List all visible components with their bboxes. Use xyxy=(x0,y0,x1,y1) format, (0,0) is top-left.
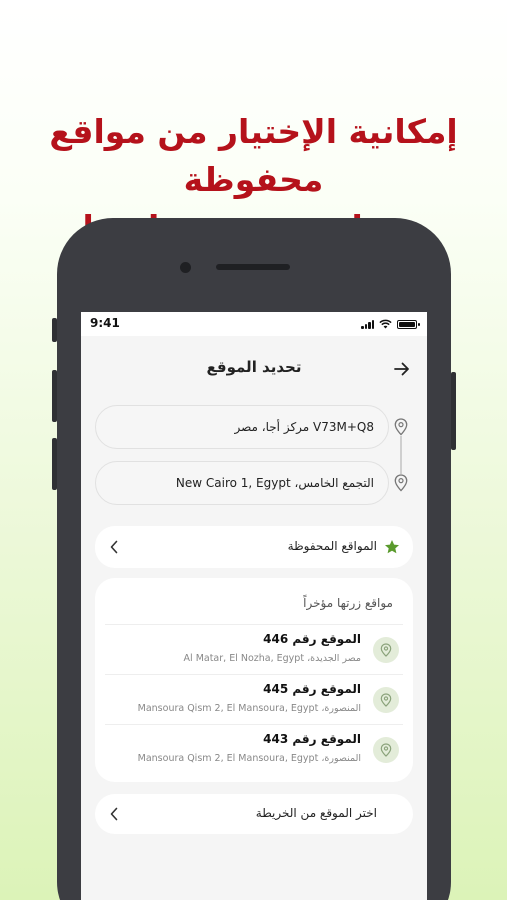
recent-location-name: الموقع رقم 446 xyxy=(263,632,361,646)
pickup-pin-icon xyxy=(392,418,410,436)
headline-line-1: إمكانية الإختيار من مواقع محفوظة xyxy=(49,112,458,199)
signal-icon xyxy=(361,320,374,329)
chevron-left-icon xyxy=(110,540,118,554)
choose-on-map-button[interactable]: اختر الموقع من الخريطة xyxy=(95,794,413,834)
back-button[interactable] xyxy=(391,358,413,380)
status-bar: 9:41 xyxy=(81,312,427,336)
saved-locations-button[interactable]: المواقع المحفوظة xyxy=(95,526,413,568)
star-icon xyxy=(385,540,399,554)
recent-locations-title: مواقع زرتها مؤخراً xyxy=(303,596,393,610)
wifi-icon xyxy=(379,319,392,329)
location-pin-icon xyxy=(373,637,399,663)
choose-on-map-label: اختر الموقع من الخريطة xyxy=(255,806,377,820)
destination-location-field[interactable]: التجمع الخامس، New Cairo 1, Egypt xyxy=(95,461,389,505)
recent-locations-card: مواقع زرتها مؤخراً الموقع رقم 446 مصر ال… xyxy=(95,578,413,782)
status-time: 9:41 xyxy=(90,316,120,330)
recent-location-name: الموقع رقم 443 xyxy=(263,732,361,746)
recent-location-address: المنصورة، Mansoura Qism 2, El Mansoura, … xyxy=(137,753,361,764)
chevron-left-icon xyxy=(110,807,118,821)
phone-camera xyxy=(180,262,191,273)
location-pin-icon xyxy=(373,687,399,713)
status-icons xyxy=(361,319,420,329)
phone-power-button xyxy=(451,372,456,450)
arrow-right-icon xyxy=(394,362,409,376)
recent-location-row[interactable]: الموقع رقم 443 المنصورة، Mansoura Qism 2… xyxy=(105,724,403,774)
recent-location-address: مصر الجديدة، Al Matar, El Nozha, Egypt xyxy=(183,653,361,664)
app-screen: 9:41 تحديد الموقع V73M+Q8 مركز أجا، مصر … xyxy=(81,312,427,900)
page-title: تحديد الموقع xyxy=(206,358,302,376)
recent-location-address: المنصورة، Mansoura Qism 2, El Mansoura, … xyxy=(137,703,361,714)
route-connector-line xyxy=(400,436,402,474)
top-bar: تحديد الموقع xyxy=(81,336,427,400)
destination-pin-icon xyxy=(392,474,410,492)
recent-location-name: الموقع رقم 445 xyxy=(263,682,361,696)
battery-icon xyxy=(397,320,420,329)
phone-speaker xyxy=(216,264,290,270)
recent-location-row[interactable]: الموقع رقم 445 المنصورة، Mansoura Qism 2… xyxy=(105,674,403,724)
location-pin-icon xyxy=(373,737,399,763)
recent-location-row[interactable]: الموقع رقم 446 مصر الجديدة، Al Matar, El… xyxy=(105,624,403,674)
pickup-location-field[interactable]: V73M+Q8 مركز أجا، مصر xyxy=(95,405,389,449)
saved-locations-label: المواقع المحفوظة xyxy=(287,539,377,553)
